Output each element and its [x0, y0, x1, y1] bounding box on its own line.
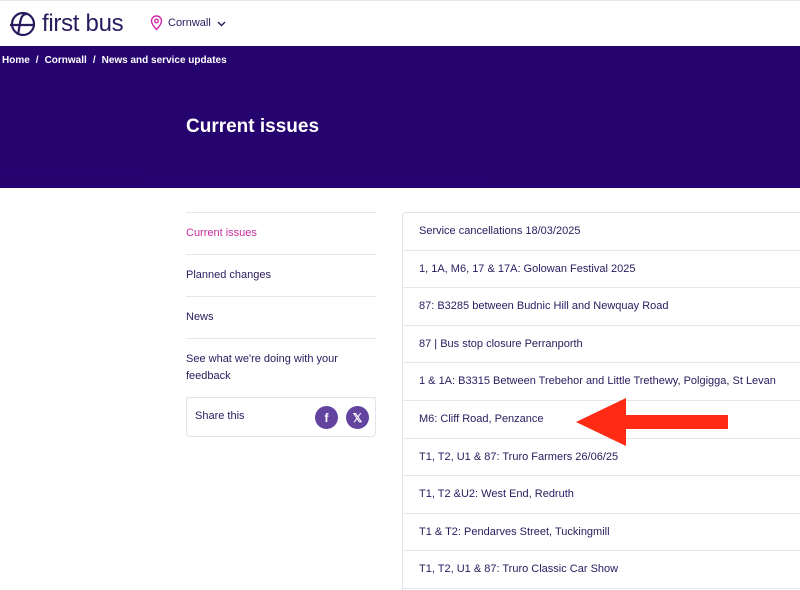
- page-title: Current issues: [186, 116, 320, 137]
- share-label: Share this: [195, 410, 245, 422]
- facebook-share-button[interactable]: f: [315, 406, 338, 429]
- breadcrumb-home[interactable]: Home: [2, 55, 30, 66]
- side-navigation: Current issues Planned changes News See …: [186, 212, 376, 398]
- site-header: first bus Cornwall: [0, 0, 800, 46]
- hero-wave-edge: [0, 168, 800, 188]
- hero-banner: [0, 46, 800, 188]
- first-bus-logo-icon: [10, 11, 36, 37]
- list-item[interactable]: T1 & T2: Pendarves Street, Tuckingmill: [403, 514, 800, 552]
- sidenav-item-news[interactable]: News: [186, 296, 376, 338]
- red-arrow-pointer-icon: [576, 398, 728, 446]
- first-bus-logo[interactable]: first bus: [8, 10, 124, 37]
- logo-text: first bus: [42, 10, 124, 37]
- sidenav-item-planned-changes[interactable]: Planned changes: [186, 254, 376, 296]
- breadcrumb-news[interactable]: News and service updates: [102, 55, 227, 66]
- list-item[interactable]: 1, 1A, M6, 17 & 17A: Golowan Festival 20…: [403, 251, 800, 289]
- list-item[interactable]: 87: B3285 between Budnic Hill and Newqua…: [403, 288, 800, 326]
- sidenav-item-feedback[interactable]: See what we're doing with your feedback: [186, 338, 376, 398]
- chevron-down-icon: [217, 21, 226, 26]
- list-item[interactable]: T1, T2, U1 & 87: Truro Classic Car Show: [403, 551, 800, 589]
- breadcrumb-cornwall[interactable]: Cornwall: [45, 55, 87, 66]
- sidenav-item-current-issues[interactable]: Current issues: [186, 212, 376, 254]
- x-icon: 𝕏: [352, 410, 363, 425]
- breadcrumb-separator: /: [92, 55, 96, 66]
- region-label: Cornwall: [168, 17, 211, 29]
- list-item[interactable]: 87 | Bus stop closure Perranporth: [403, 326, 800, 364]
- region-selector[interactable]: Cornwall: [150, 15, 227, 31]
- breadcrumb: Home / Cornwall / News and service updat…: [2, 55, 227, 66]
- breadcrumb-separator: /: [35, 55, 39, 66]
- facebook-icon: f: [324, 410, 329, 425]
- x-share-button[interactable]: 𝕏: [346, 406, 369, 429]
- list-item[interactable]: Service cancellations 18/03/2025: [403, 213, 800, 251]
- map-pin-icon: [150, 15, 163, 31]
- list-item[interactable]: T1, T2 &U2: West End, Redruth: [403, 476, 800, 514]
- share-box: Share this f 𝕏: [186, 397, 376, 437]
